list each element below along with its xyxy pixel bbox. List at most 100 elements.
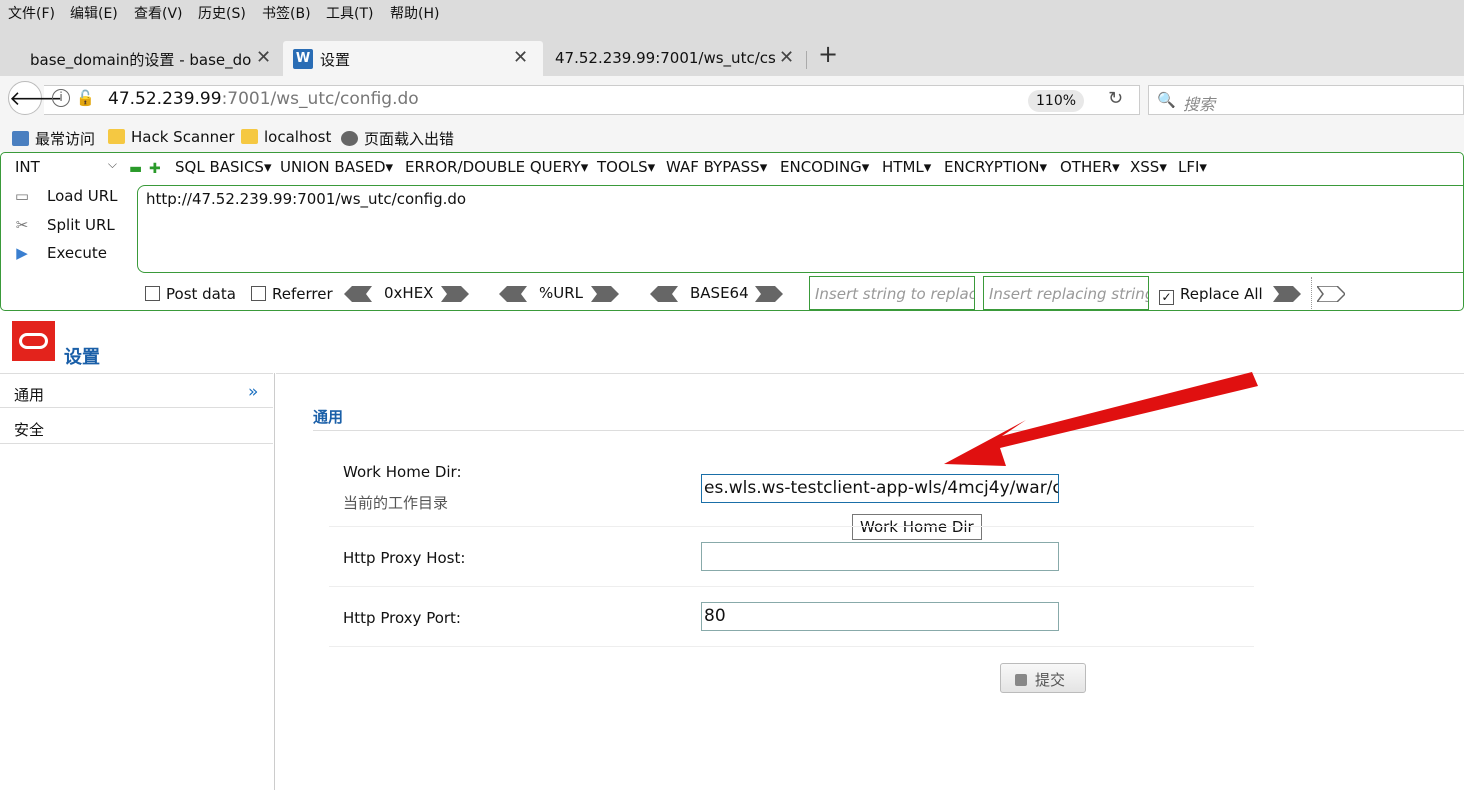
load-url-button[interactable]: ▭ Load URL xyxy=(11,187,118,205)
hex-decode-button[interactable] xyxy=(344,286,372,302)
menu-bar: 文件(F) 编辑(E) 查看(V) 历史(S) 书签(B) 工具(T) 帮助(H… xyxy=(0,0,1464,25)
base64-label: BASE64 xyxy=(690,284,749,302)
search-icon: 🔍 xyxy=(1157,91,1176,109)
divider xyxy=(1311,277,1312,309)
referrer-label: Referrer xyxy=(272,285,333,303)
replace-all-checkbox[interactable]: ✓ Replace All xyxy=(1159,285,1263,305)
most-visited-icon xyxy=(12,131,29,146)
replace-left-button[interactable] xyxy=(1317,286,1345,302)
search-placeholder: 搜索 xyxy=(1183,95,1216,114)
tab-title: 设置 xyxy=(320,51,351,69)
http-proxy-port-label: Http Proxy Port: xyxy=(343,609,461,627)
menu-encryption[interactable]: ENCRYPTION▾ xyxy=(944,158,1047,176)
url-decode-button[interactable] xyxy=(499,286,527,302)
menu-bookmarks[interactable]: 书签(B) xyxy=(262,3,311,23)
menu-view[interactable]: 查看(V) xyxy=(134,3,183,23)
post-data-checkbox[interactable]: Post data xyxy=(145,285,236,303)
menu-history[interactable]: 历史(S) xyxy=(198,3,246,23)
tab-settings[interactable]: W 设置 ✕ xyxy=(283,41,543,76)
menu-xss[interactable]: XSS▾ xyxy=(1130,158,1167,176)
submit-button[interactable]: 提交 xyxy=(1000,663,1086,693)
split-url-label: Split URL xyxy=(47,216,115,234)
menu-sql-basics[interactable]: SQL BASICS▾ xyxy=(175,158,271,176)
menu-tools[interactable]: TOOLS▾ xyxy=(597,158,655,176)
base64-encode-button[interactable] xyxy=(755,286,783,302)
submit-label: 提交 xyxy=(1035,671,1066,689)
tab-close-icon[interactable]: ✕ xyxy=(252,47,272,68)
page-header: 设置 xyxy=(0,311,1464,373)
http-proxy-host-input[interactable] xyxy=(701,542,1059,571)
hackbar-panel: INT ⌵ ▬ ✚ SQL BASICS▾ UNION BASED▾ ERROR… xyxy=(0,152,1464,311)
nav-item-security[interactable]: 安全 xyxy=(0,409,273,444)
tab-strip: base_domain的设置 - base_do ✕ W 设置 ✕ 47.52.… xyxy=(0,25,1464,76)
work-home-dir-input[interactable]: es.wls.ws-testclient-app-wls/4mcj4y/war/… xyxy=(701,474,1059,503)
replacing-string-input[interactable]: Insert replacing string xyxy=(983,276,1149,310)
checkbox-box xyxy=(145,286,160,301)
split-url-button[interactable]: ✂ Split URL xyxy=(11,216,115,234)
base64-decode-button[interactable] xyxy=(650,286,678,302)
back-button[interactable]: 🡐 xyxy=(8,81,63,115)
tab-base-domain[interactable]: base_domain的设置 - base_do ✕ xyxy=(0,41,278,76)
type-select[interactable]: INT ⌵ xyxy=(9,157,121,179)
double-chevron-right-icon[interactable]: » xyxy=(248,382,258,402)
bookmark-hack-scanner[interactable]: Hack Scanner xyxy=(108,128,235,146)
scissors-icon: ✂ xyxy=(15,216,29,234)
referrer-checkbox[interactable]: Referrer xyxy=(251,285,333,303)
new-tab-button[interactable]: + xyxy=(818,40,838,68)
tab-divider xyxy=(806,51,807,69)
tab-close-icon[interactable]: ✕ xyxy=(775,47,795,68)
tooltip: Work Home Dir xyxy=(852,514,982,540)
menu-help[interactable]: 帮助(H) xyxy=(390,3,439,23)
url-host: 47.52.239.99 xyxy=(108,89,222,109)
settings-content: 通用 Work Home Dir: 当前的工作目录 es.wls.ws-test… xyxy=(276,373,1464,790)
menu-edit[interactable]: 编辑(E) xyxy=(70,3,118,23)
bookmark-page-error[interactable]: 页面载入出错 xyxy=(341,128,454,149)
url-encode-button[interactable] xyxy=(591,286,619,302)
url-text[interactable]: 47.52.239.99:7001/ws_utc/config.do xyxy=(108,89,419,109)
bookmark-localhost[interactable]: localhost xyxy=(241,128,331,146)
info-icon[interactable]: i xyxy=(52,89,70,107)
menu-waf-bypass[interactable]: WAF BYPASS▾ xyxy=(666,158,767,176)
menu-file[interactable]: 文件(F) xyxy=(8,3,55,23)
plus-icon[interactable]: ✚ xyxy=(149,161,161,177)
hex-encode-button[interactable] xyxy=(441,286,469,302)
execute-button[interactable]: ▶ Execute xyxy=(11,244,107,262)
hex-label: 0xHEX xyxy=(384,284,434,302)
bookmark-label: localhost xyxy=(264,128,332,146)
row-divider xyxy=(329,586,1254,587)
replace-all-label: Replace All xyxy=(1180,285,1263,303)
hackbar-url-textarea[interactable]: http://47.52.239.99:7001/ws_utc/config.d… xyxy=(137,185,1464,273)
nav-item-general[interactable]: 通用 » xyxy=(0,373,273,408)
replace-string-input[interactable]: Insert string to replace xyxy=(809,276,975,310)
folder-icon xyxy=(241,129,258,144)
menu-html[interactable]: HTML▾ xyxy=(882,158,931,176)
bookmark-most-visited[interactable]: 最常访问 xyxy=(12,128,95,149)
arrow-left-icon xyxy=(344,286,372,302)
menu-error-double-query[interactable]: ERROR/DOUBLE QUERY▾ xyxy=(405,158,588,176)
search-input[interactable]: 🔍 搜索 xyxy=(1148,85,1464,115)
url-path: :7001/ws_utc/config.do xyxy=(221,89,419,109)
minus-icon[interactable]: ▬ xyxy=(129,161,142,177)
insecure-lock-icon[interactable]: 🔓 xyxy=(76,89,95,107)
tab-css-path[interactable]: 47.52.239.99:7001/ws_utc/css/ ✕ xyxy=(545,41,805,76)
nav-item-label: 通用 xyxy=(14,386,45,404)
tab-close-icon[interactable]: ✕ xyxy=(513,47,528,68)
url-label: %URL xyxy=(539,284,584,302)
replace-right-button[interactable] xyxy=(1273,286,1301,302)
execute-label: Execute xyxy=(47,244,107,262)
menu-encoding[interactable]: ENCODING▾ xyxy=(780,158,869,176)
http-proxy-port-input[interactable]: 80 xyxy=(701,602,1059,631)
row-divider xyxy=(329,646,1254,647)
menu-union-based[interactable]: UNION BASED▾ xyxy=(280,158,393,176)
http-proxy-host-label: Http Proxy Host: xyxy=(343,549,466,567)
menu-other[interactable]: OTHER▾ xyxy=(1060,158,1120,176)
section-divider xyxy=(313,430,1464,431)
reload-icon[interactable]: ↻ xyxy=(1108,88,1123,109)
work-home-dir-label: Work Home Dir: xyxy=(343,463,462,481)
menu-lfi[interactable]: LFI▾ xyxy=(1178,158,1207,176)
arrow-right-icon xyxy=(441,286,469,302)
bookmark-label: 最常访问 xyxy=(35,130,96,148)
zoom-indicator[interactable]: 110% xyxy=(1028,90,1085,112)
menu-tools[interactable]: 工具(T) xyxy=(326,3,373,23)
type-select-value: INT xyxy=(15,158,40,176)
